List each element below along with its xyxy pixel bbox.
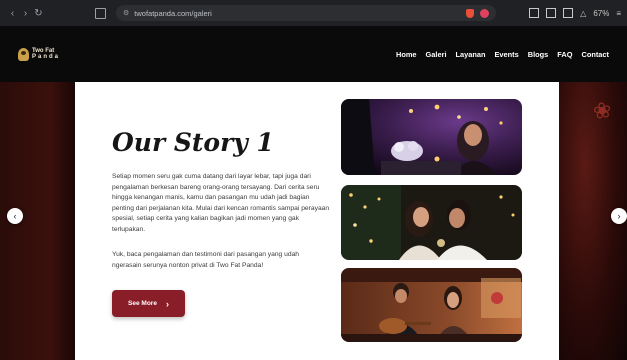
tab-overview-icon[interactable] (95, 7, 106, 19)
logo-line-2: Panda (32, 54, 61, 60)
story-photo-couple-guitar (341, 268, 522, 342)
zoom-level[interactable]: 67% (593, 9, 609, 18)
next-slide-decoration: ❀ (590, 96, 613, 125)
tabs-icon[interactable] (563, 8, 574, 18)
back-icon[interactable]: ‹ (6, 8, 19, 19)
extension-icon[interactable] (480, 8, 489, 18)
address-bar[interactable]: ⚙ twofatpanda.com/galeri (116, 5, 496, 21)
sidebar-icon[interactable] (546, 8, 557, 18)
site-info-icon[interactable]: ⚙ (123, 9, 129, 17)
nav-layanan[interactable]: Layanan (456, 50, 486, 59)
vpn-icon[interactable]: △ (580, 9, 586, 18)
panda-logo-icon (18, 47, 29, 61)
carousel-next-button[interactable]: › (611, 208, 627, 224)
story-paragraph-2: Yuk, baca pengalaman dan testimoni dari … (112, 251, 300, 269)
site-header: Two Fat Panda Home Galeri Layanan Events… (0, 26, 627, 82)
chevron-right-icon: › (617, 211, 621, 221)
logo-text: Two Fat Panda (32, 48, 60, 60)
site-logo[interactable]: Two Fat Panda (18, 47, 60, 61)
story-card: Our Story 1 Setiap momen seru gak cuma d… (75, 82, 559, 360)
story-carousel: ❀ Our Story 1 Setiap momen seru gak cuma… (0, 82, 627, 360)
menu-icon[interactable]: ≡ (616, 9, 621, 18)
chevron-right-icon: › (165, 298, 169, 309)
main-nav: Home Galeri Layanan Events Blogs FAQ Con… (396, 50, 609, 59)
story-photo-couple-dinner (341, 99, 522, 175)
nav-blogs[interactable]: Blogs (528, 50, 549, 59)
reload-icon[interactable]: ↻ (32, 8, 45, 19)
chevron-left-icon: ‹ (13, 211, 17, 221)
nav-home[interactable]: Home (396, 50, 417, 59)
story-title: Our Story 1 (112, 128, 274, 157)
reading-list-icon[interactable] (529, 8, 540, 18)
story-photo-couple-lights (341, 185, 522, 260)
browser-toolbar: ‹ › ↻ ⚙ twofatpanda.com/galeri △ 67% ≡ (0, 0, 627, 26)
brave-shield-icon[interactable] (466, 8, 474, 18)
nav-events[interactable]: Events (495, 50, 519, 59)
carousel-prev-button[interactable]: ‹ (7, 208, 23, 224)
forward-icon[interactable]: › (19, 8, 32, 19)
see-more-button[interactable]: See More › (112, 290, 185, 317)
nav-contact[interactable]: Contact (581, 50, 609, 59)
nav-galeri[interactable]: Galeri (426, 50, 447, 59)
nav-faq[interactable]: FAQ (557, 50, 572, 59)
story-paragraph-1: Setiap momen seru gak cuma datang dari l… (112, 173, 330, 233)
url-text: twofatpanda.com/galeri (134, 8, 212, 18)
see-more-label: See More (128, 300, 157, 307)
